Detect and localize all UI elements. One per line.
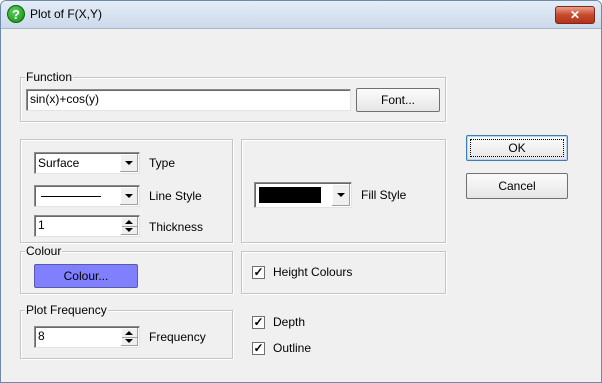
thickness-spinner[interactable] bbox=[121, 217, 138, 235]
type-label: Type bbox=[149, 156, 176, 170]
outline-checkbox[interactable]: ✓ bbox=[252, 342, 265, 355]
title-bar[interactable]: ? Plot of F(X,Y) ✕ bbox=[1, 1, 601, 29]
fill-style-combo[interactable] bbox=[254, 182, 352, 208]
frequency-label: Frequency bbox=[149, 330, 206, 344]
thickness-input[interactable]: 1 bbox=[34, 215, 140, 237]
fill-color-swatch bbox=[259, 187, 321, 203]
spin-down-icon[interactable] bbox=[125, 339, 133, 343]
chevron-down-icon bbox=[125, 194, 133, 198]
close-icon: ✕ bbox=[569, 8, 581, 22]
function-group-title: Function bbox=[25, 70, 74, 84]
fill-style-label: Fill Style bbox=[361, 188, 407, 202]
spin-divider bbox=[122, 226, 137, 227]
depth-label: Depth bbox=[273, 315, 306, 329]
font-button-label: Font... bbox=[380, 93, 415, 107]
colour-button[interactable]: Colour... bbox=[34, 264, 138, 288]
type-combo-dropdown[interactable] bbox=[119, 154, 138, 172]
help-icon: ? bbox=[7, 5, 25, 23]
window-title: Plot of F(X,Y) bbox=[30, 7, 103, 21]
ok-button[interactable]: OK bbox=[466, 135, 568, 161]
frequency-input[interactable]: 8 bbox=[34, 326, 140, 348]
outline-label: Outline bbox=[273, 341, 312, 355]
type-combo-value: Surface bbox=[38, 156, 80, 170]
line-style-label: Line Style bbox=[149, 189, 202, 203]
frequency-value: 8 bbox=[38, 329, 45, 343]
spin-up-icon[interactable] bbox=[125, 220, 133, 224]
colour-group-title: Colour bbox=[25, 244, 63, 258]
height-colours-checkbox[interactable]: ✓ bbox=[252, 266, 265, 279]
depth-checkbox[interactable]: ✓ bbox=[252, 316, 265, 329]
cancel-button[interactable]: Cancel bbox=[466, 173, 568, 199]
ok-button-label: OK bbox=[508, 141, 526, 155]
thickness-value: 1 bbox=[38, 218, 45, 232]
frequency-spinner[interactable] bbox=[121, 328, 138, 346]
chevron-down-icon bbox=[337, 193, 345, 197]
colour-button-label: Colour... bbox=[63, 269, 109, 283]
fill-style-dropdown[interactable] bbox=[331, 184, 350, 206]
line-style-combo[interactable] bbox=[34, 185, 140, 207]
cancel-button-label: Cancel bbox=[498, 179, 536, 193]
close-button[interactable]: ✕ bbox=[555, 6, 595, 24]
line-style-dropdown[interactable] bbox=[119, 187, 138, 205]
thickness-label: Thickness bbox=[149, 220, 204, 234]
chevron-down-icon bbox=[125, 161, 133, 165]
height-colours-label: Height Colours bbox=[273, 265, 353, 279]
spin-down-icon[interactable] bbox=[125, 228, 133, 232]
spin-up-icon[interactable] bbox=[125, 331, 133, 335]
function-input[interactable]: sin(x)+cos(y) bbox=[26, 89, 351, 111]
dialog-window: ? Plot of F(X,Y) ✕ Function sin(x)+cos(y… bbox=[0, 0, 602, 383]
plot-frequency-group-title: Plot Frequency bbox=[25, 303, 108, 317]
font-button[interactable]: Font... bbox=[356, 88, 440, 112]
spin-divider bbox=[122, 337, 137, 338]
type-combo[interactable]: Surface bbox=[34, 152, 140, 174]
line-style-sample bbox=[41, 196, 101, 197]
